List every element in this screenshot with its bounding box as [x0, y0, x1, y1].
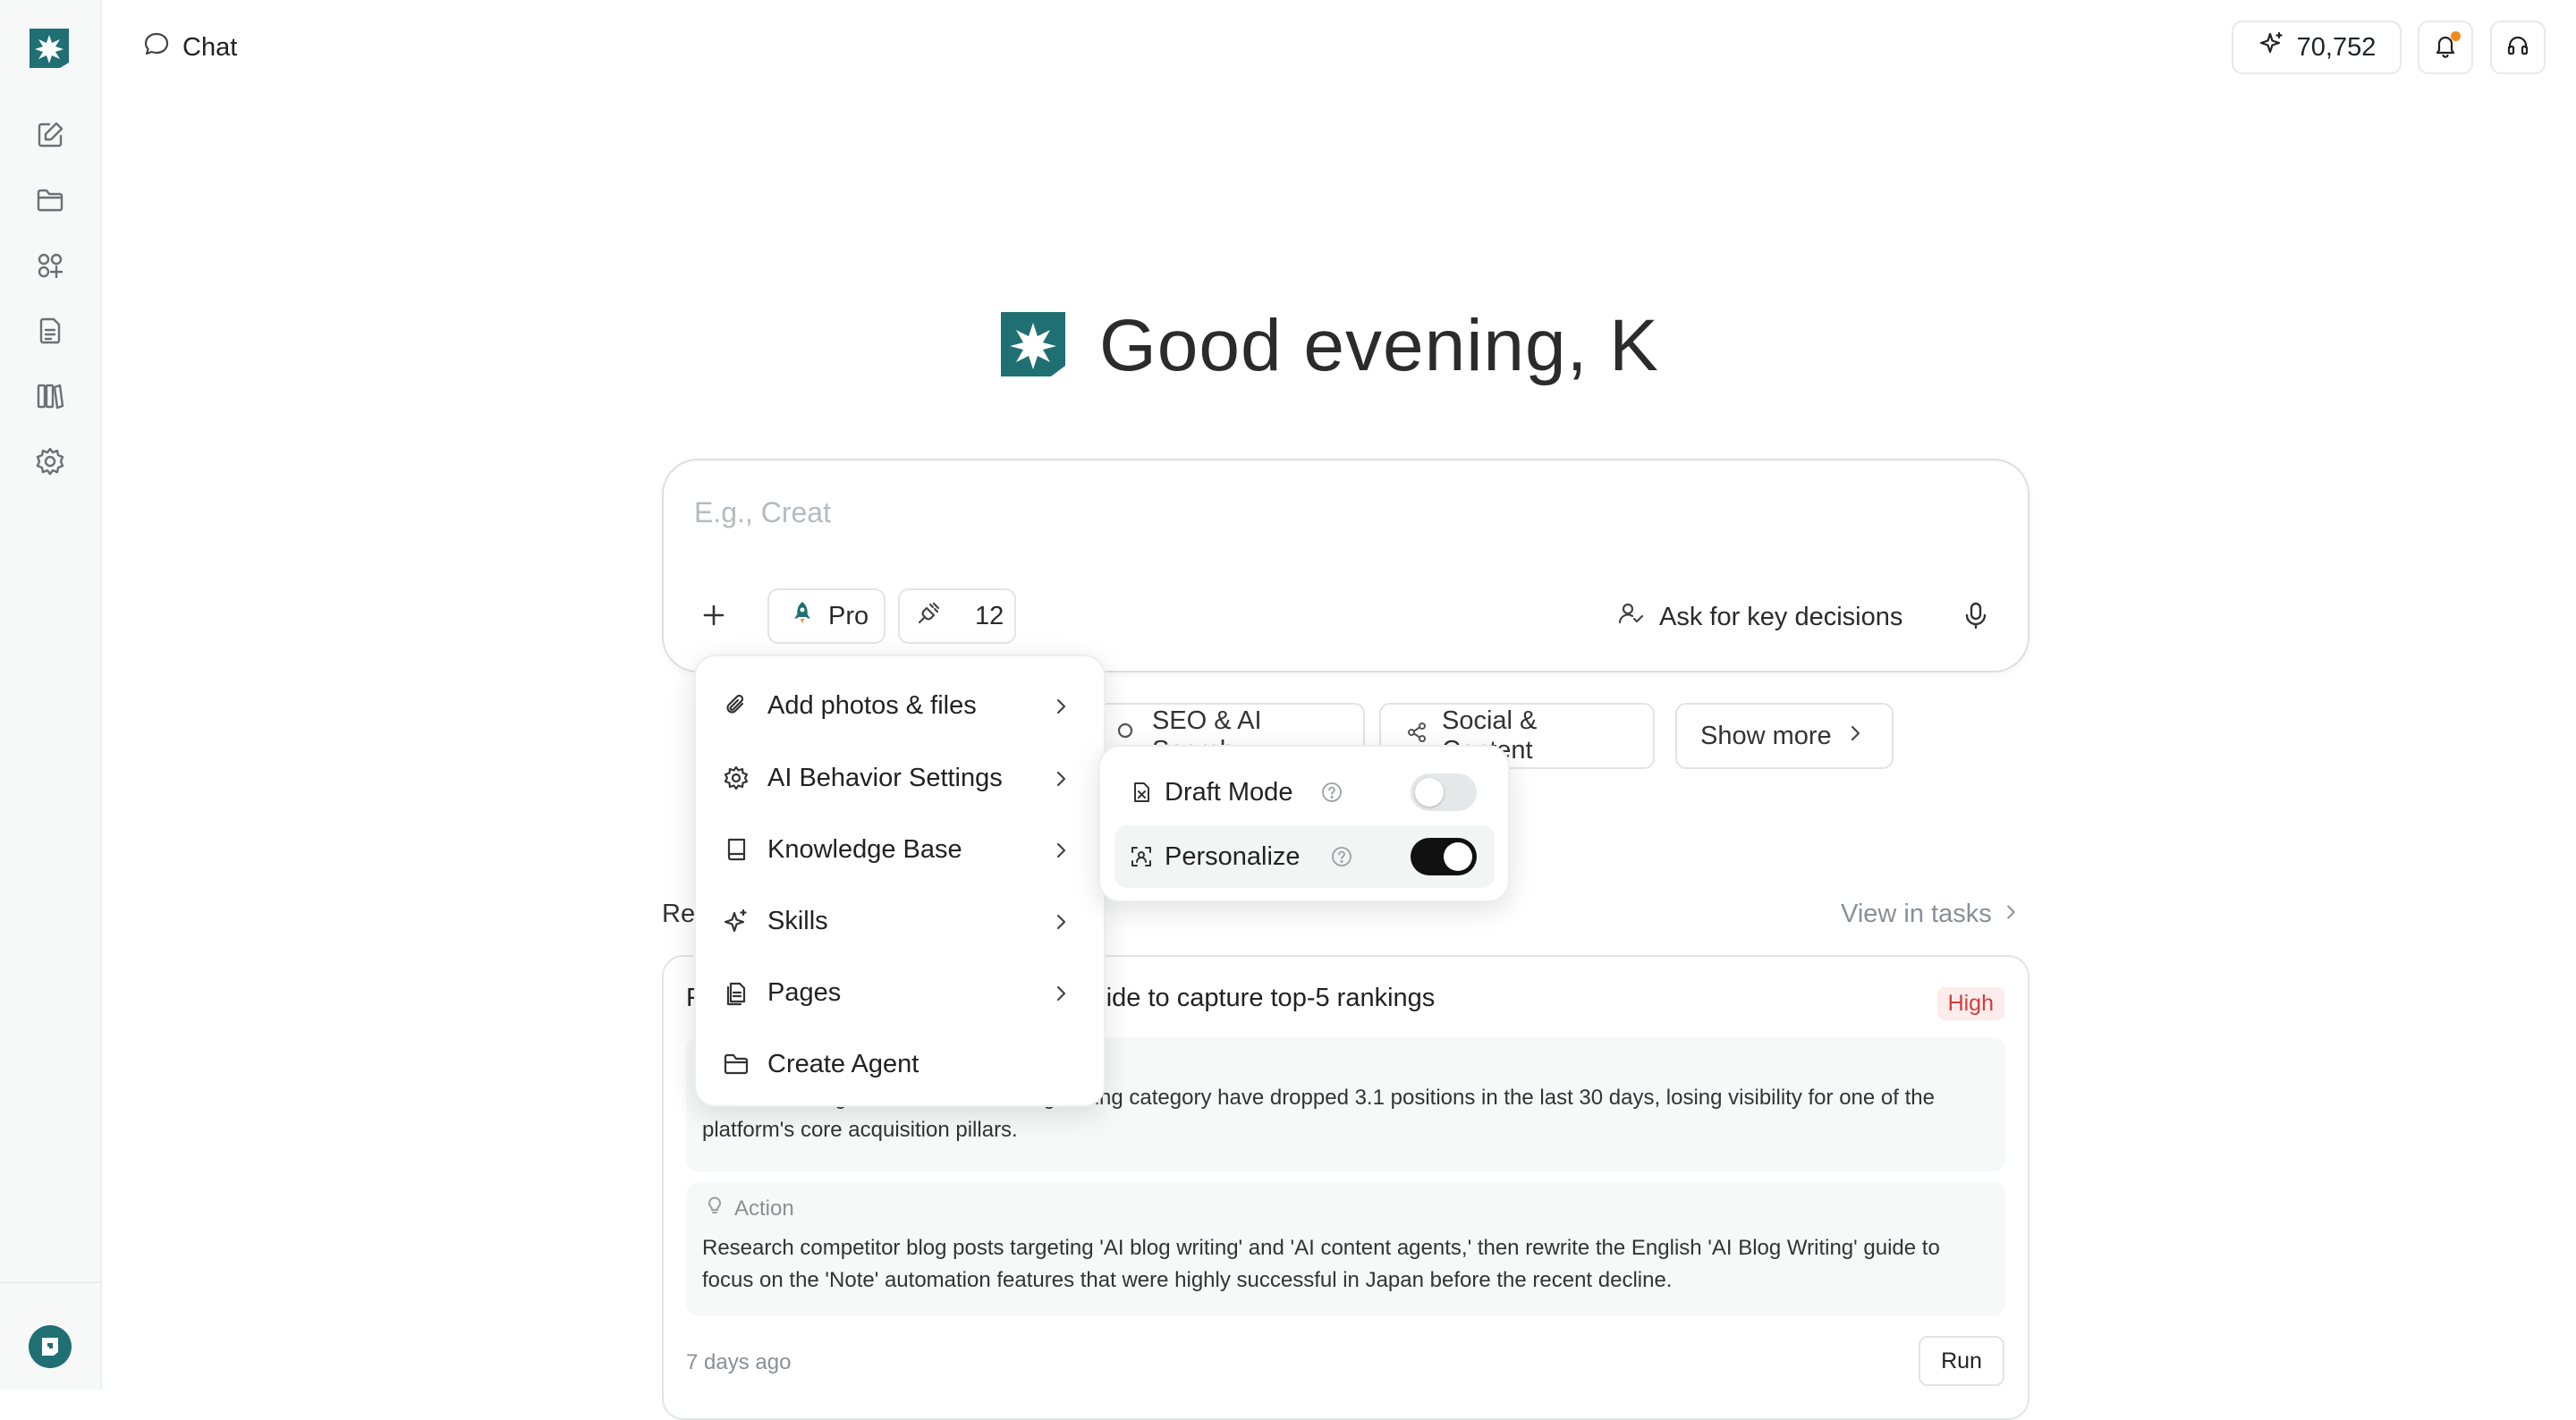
add-menu: Add photos & files AI Behavior Settings …	[694, 655, 1106, 1107]
headset-icon	[2504, 32, 2531, 63]
timestamp: 7 days ago	[686, 1350, 792, 1374]
credits-count: 70,752	[2296, 32, 2377, 62]
rocket-icon	[789, 599, 816, 633]
view-label: View in tasks	[1841, 900, 1992, 928]
tag-label: Show more	[1700, 721, 1832, 750]
chat-composer: E.g., Creat Pro 12 Ask for key decisions	[662, 459, 2029, 672]
chevron-right-icon	[1050, 767, 1072, 789]
toggle-knob	[1415, 778, 1444, 807]
lightbulb-icon	[704, 1195, 725, 1222]
apps-icon[interactable]	[32, 248, 68, 283]
sidebar	[0, 0, 102, 1390]
library-icon[interactable]	[32, 378, 68, 414]
view-in-tasks-link[interactable]: View in tasks	[1841, 900, 2021, 929]
menu-item-label: Pages	[767, 977, 842, 1007]
credits-button[interactable]: 70,752	[2232, 21, 2402, 74]
submenu-item-draft-mode[interactable]: Draft Mode	[1114, 761, 1495, 824]
microphone-icon[interactable]	[1958, 597, 1994, 633]
personalize-icon	[1129, 844, 1154, 869]
menu-item-skills[interactable]: Skills	[696, 890, 1104, 952]
sparkle-icon	[723, 908, 750, 934]
chat-bubble-icon	[143, 30, 170, 64]
menu-item-knowledge-base[interactable]: Knowledge Base	[696, 818, 1104, 881]
notification-dot	[2451, 31, 2461, 41]
menu-item-label: Skills	[767, 906, 828, 935]
paperclip-icon	[723, 692, 750, 719]
book-icon	[723, 836, 750, 863]
action-box: Action Research competitor blog posts ta…	[686, 1182, 2005, 1316]
sidebar-divider	[0, 1281, 100, 1283]
menu-item-ai-behavior-settings[interactable]: AI Behavior Settings	[696, 747, 1104, 809]
menu-item-label: Create Agent	[767, 1049, 919, 1078]
brand-logo-icon	[999, 310, 1067, 383]
person-check-icon	[1616, 599, 1645, 635]
submenu-item-label: Draft Mode	[1165, 777, 1293, 807]
menu-item-pages[interactable]: Pages	[696, 961, 1104, 1024]
folder-icon	[723, 1051, 750, 1078]
draft-icon	[1129, 780, 1154, 805]
new-chat-icon[interactable]	[32, 117, 68, 153]
help-icon[interactable]	[1320, 781, 1343, 804]
run-button[interactable]: Run	[1919, 1336, 2004, 1386]
action-text: Research competitor blog posts targeting…	[702, 1236, 1940, 1292]
plug-icon	[916, 599, 943, 633]
ask-decisions-toggle[interactable]: Ask for key decisions	[1616, 599, 1902, 635]
chat-breadcrumb: Chat	[143, 30, 237, 64]
ask-label: Ask for key decisions	[1659, 602, 1903, 631]
draft-mode-toggle[interactable]	[1411, 773, 1477, 811]
settings-icon[interactable]	[32, 444, 68, 479]
greeting: Good evening, K	[999, 305, 1659, 386]
personalize-toggle[interactable]	[1411, 838, 1477, 875]
chevron-right-icon	[1050, 982, 1072, 1003]
gear-icon	[723, 765, 750, 791]
action-header: Action	[704, 1195, 794, 1222]
task-title-text: ide to capture top-5 rankings	[1106, 984, 1436, 1012]
mode-selector[interactable]: Pro	[767, 588, 886, 644]
folder-icon[interactable]	[32, 182, 68, 218]
submenu-item-personalize[interactable]: Personalize	[1114, 825, 1495, 888]
menu-item-create-agent[interactable]: Create Agent	[696, 1033, 1104, 1095]
sparkle-icon	[2258, 30, 2284, 64]
show-more-button[interactable]: Show more	[1675, 703, 1894, 769]
menu-item-label: AI Behavior Settings	[767, 763, 1003, 792]
priority-badge: High	[1936, 987, 2004, 1020]
menu-item-label: Add photos & files	[767, 690, 977, 720]
chevron-right-icon	[1050, 695, 1072, 716]
app-logo-icon[interactable]	[28, 27, 71, 70]
chevron-right-icon	[1844, 722, 1866, 751]
menu-item-add-photos-files[interactable]: Add photos & files	[696, 674, 1104, 737]
mode-label: Pro	[828, 601, 869, 630]
page-title: Chat	[182, 32, 238, 62]
greeting-text: Good evening, K	[1099, 305, 1659, 386]
recent-section-title: Re	[662, 900, 696, 928]
help-icon[interactable]	[1330, 845, 1353, 868]
submenu-item-label: Personalize	[1165, 841, 1301, 871]
notifications-button[interactable]	[2418, 21, 2473, 74]
tools-selector[interactable]: 12	[898, 588, 1016, 644]
menu-item-label: Knowledge Base	[767, 834, 962, 864]
prompt-input[interactable]: E.g., Creat	[694, 496, 831, 529]
pages-icon	[723, 979, 750, 1006]
chevron-right-icon	[1050, 910, 1072, 932]
support-button[interactable]	[2490, 21, 2546, 74]
ai-behavior-submenu: Draft Mode Personalize	[1098, 745, 1510, 902]
avatar[interactable]	[29, 1325, 72, 1368]
action-label: Action	[734, 1196, 794, 1221]
tools-count: 12	[975, 601, 1004, 630]
toggle-knob	[1444, 842, 1472, 871]
add-icon[interactable]	[698, 599, 730, 631]
chevron-right-icon	[1050, 839, 1072, 860]
documents-icon[interactable]	[32, 313, 68, 349]
chevron-right-icon	[2001, 900, 2021, 929]
